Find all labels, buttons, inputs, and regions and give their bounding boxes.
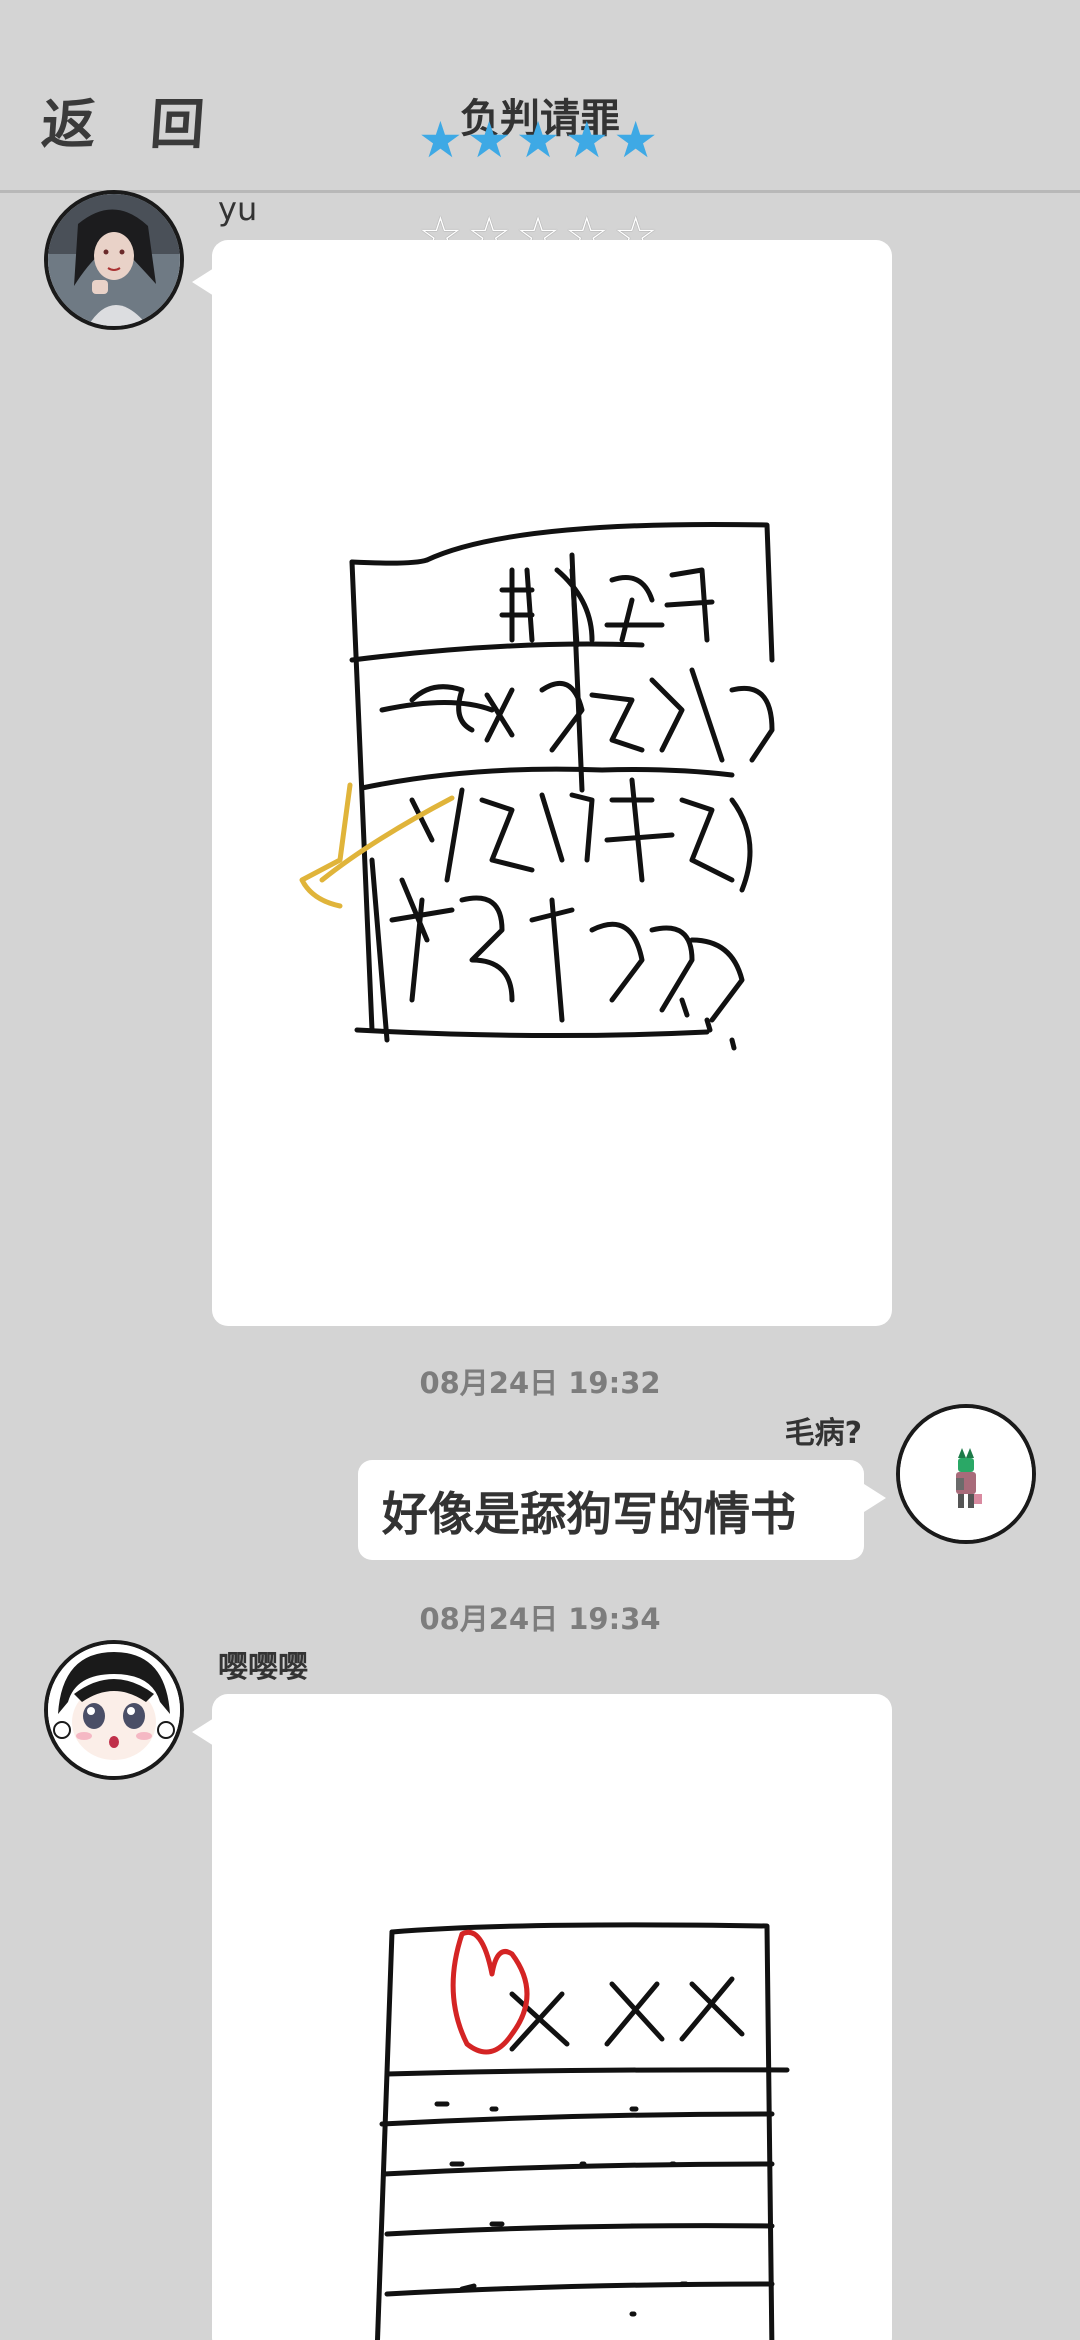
avatar-yu[interactable]	[44, 190, 184, 330]
avatar-anime-girl-icon	[48, 1644, 180, 1776]
sender-name-maobing: 毛病?	[784, 1416, 862, 1451]
chat-screen: 返 回 负判请罪 ★★★★★ ☆☆☆☆☆ yu 08月24日 19:32 毛病?…	[0, 0, 1080, 2340]
rating-stars-filled: ★★★★★	[417, 111, 663, 169]
drawing-card-yu[interactable]	[212, 240, 892, 1326]
avatar-portrait-icon	[48, 194, 180, 326]
text-message-bubble[interactable]: 好像是舔狗写的情书	[358, 1460, 864, 1560]
bubble-tail	[192, 1718, 214, 1746]
bubble-tail	[192, 268, 214, 296]
sender-name-yu: yu	[218, 190, 258, 228]
avatar-maobing[interactable]	[896, 1404, 1036, 1544]
sender-name-yingyingying: 嘤嘤嘤	[218, 1650, 308, 1685]
drawing-card-yingyingying[interactable]	[212, 1694, 892, 2340]
bubble-tail	[864, 1484, 886, 1512]
handwritten-note-drawing-icon	[299, 521, 775, 1051]
message-timestamp: 08月24日 19:34	[419, 1602, 661, 1636]
message-timestamp: 08月24日 19:32	[419, 1366, 661, 1400]
avatar-figure-icon	[900, 1408, 1032, 1540]
avatar-yingyingying[interactable]	[44, 1640, 184, 1780]
love-letter-drawing-icon	[374, 1922, 790, 2340]
